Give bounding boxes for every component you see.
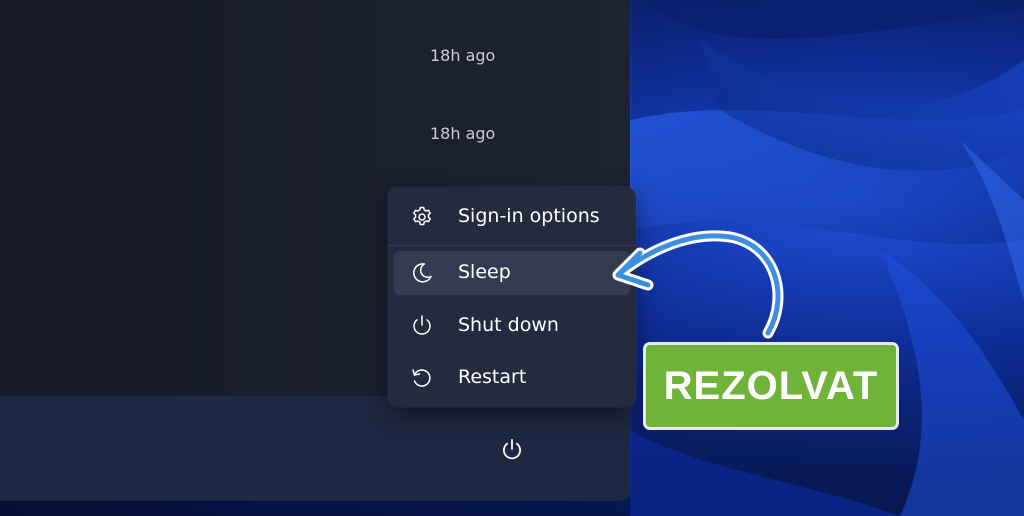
gear-icon (413, 206, 431, 226)
moon-icon (413, 263, 432, 283)
power-menu: Sign-in options Sleep Shut down Restart (388, 187, 636, 407)
menu-item-label: Shut down (458, 314, 559, 336)
menu-divider (388, 245, 636, 246)
restart-icon (412, 369, 431, 387)
notification-timestamp: 18h ago (430, 124, 496, 143)
badge-text: REZOLVAT (663, 363, 879, 408)
menu-item-label: Sign-in options (458, 205, 600, 227)
menu-item-shut-down[interactable]: Shut down (394, 304, 630, 348)
power-icon (413, 315, 431, 335)
resolved-badge: REZOLVAT (646, 345, 896, 427)
notification-timestamp: 18h ago (430, 46, 496, 65)
menu-item-label: Sleep (458, 261, 511, 283)
screen: 18h ago 18h ago Sign-in options Sleep Sh… (0, 0, 1024, 516)
menu-item-sleep[interactable]: Sleep (394, 251, 630, 295)
annotation-arrow (612, 230, 784, 339)
power-button[interactable] (487, 428, 537, 472)
menu-item-label: Restart (458, 366, 527, 388)
power-icon (503, 438, 521, 460)
menu-item-restart[interactable]: Restart (394, 356, 630, 400)
menu-item-sign-in-options[interactable]: Sign-in options (394, 195, 630, 239)
